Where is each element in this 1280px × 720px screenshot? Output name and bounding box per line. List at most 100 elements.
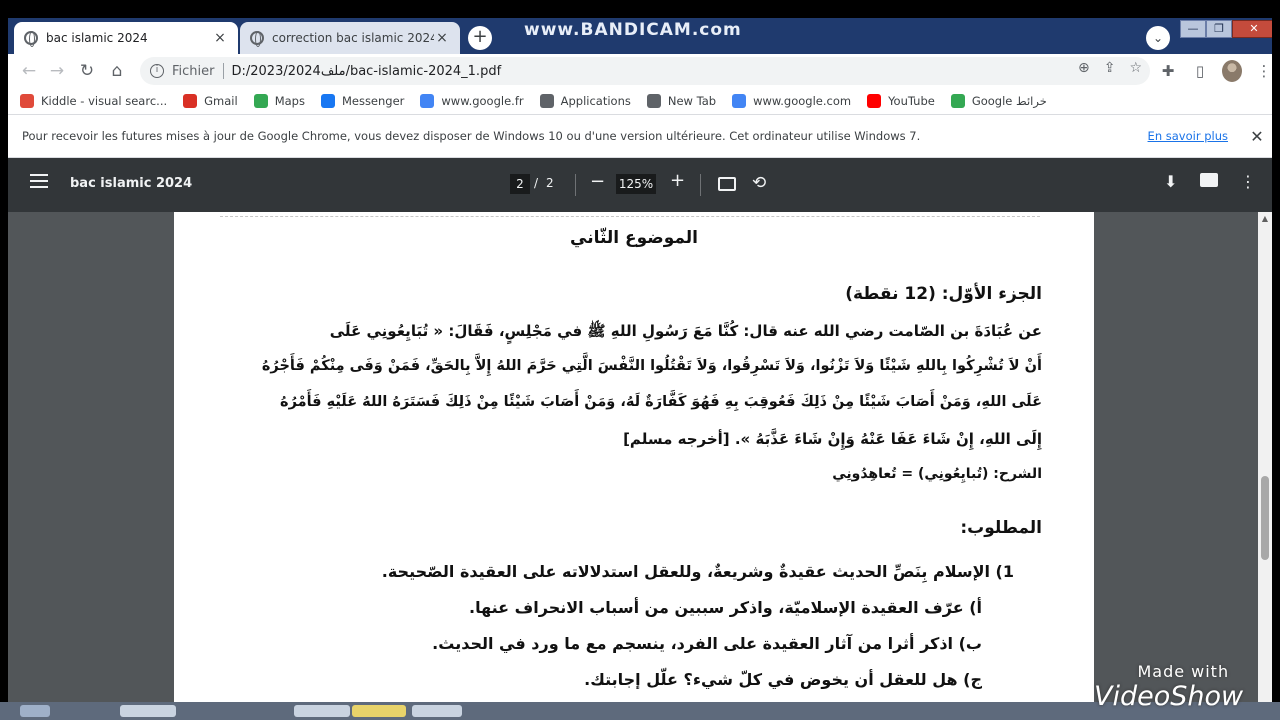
toolbar-actions: ✚ ▯ ⋮ — [1158, 60, 1272, 82]
minimize-button[interactable]: — — [1180, 20, 1206, 38]
close-tab-icon[interactable]: × — [212, 30, 228, 46]
fit-to-page-icon[interactable] — [718, 177, 736, 191]
taskbar-item[interactable] — [294, 705, 350, 717]
part-title: الجزء الأوّل: (12 نقطة) — [845, 284, 1042, 304]
globe-icon — [646, 94, 661, 108]
info-icon[interactable]: i — [150, 64, 164, 78]
toolbar-divider — [700, 174, 701, 196]
toolbar-divider — [575, 174, 576, 196]
scroll-up-icon[interactable]: ▲ — [1258, 214, 1272, 223]
bookmark-label: www.google.com — [753, 94, 852, 108]
address-scheme: Fichier — [172, 63, 215, 79]
browser-toolbar: ← → ↻ ⌂ i Fichier D:/2023/2024ملف/bac-is… — [8, 54, 1272, 88]
address-separator — [222, 63, 224, 79]
tab-bac-islamic[interactable]: bac islamic 2024 × — [14, 22, 238, 54]
document-heading: الموضوع الثّاني — [570, 228, 698, 248]
learn-more-link[interactable]: En savoir plus — [1148, 129, 1228, 143]
question-1b: ب) اذكر أثرا من آثار العقيدة على الفرد، … — [432, 634, 982, 653]
bookmark-label: www.google.fr — [441, 94, 524, 108]
tab-title: correction bac islamic 2024 — [272, 31, 434, 45]
maximize-button[interactable]: ❐ — [1206, 20, 1232, 38]
rotate-icon[interactable]: ⟲ — [752, 173, 766, 193]
tab-correction[interactable]: correction bac islamic 2024 × — [240, 22, 460, 54]
chrome-menu-icon[interactable]: ⋮ — [1254, 62, 1272, 80]
watermark-brand: VideoShow — [1094, 681, 1244, 712]
taskbar-strip — [0, 702, 1280, 720]
taskbar-item[interactable] — [352, 705, 406, 717]
hadith-line: عَلَى اللهِ، وَمَنْ أَصَابَ شَيْئًا مِنْ… — [280, 394, 1042, 410]
bookmark-item[interactable]: Messenger — [320, 94, 404, 108]
taskbar-item[interactable] — [120, 705, 176, 717]
address-actions: ⊕ ⇪ ☆ — [1078, 60, 1142, 76]
page-number-input[interactable]: 2 — [510, 174, 530, 194]
page-divider — [220, 216, 1040, 217]
kiddle-icon — [20, 94, 34, 108]
menu-icon[interactable] — [30, 174, 48, 188]
zoom-icon[interactable]: ⊕ — [1078, 60, 1090, 76]
watermark-made-with: Made with — [1137, 662, 1230, 681]
maps-pin-icon — [950, 94, 965, 108]
hadith-line: أَنْ لاَ تُشْرِكُوا بِاللهِ شَيْئًا وَلا… — [261, 358, 1042, 374]
address-bar[interactable]: i Fichier D:/2023/2024ملف/bac-islamic-20… — [140, 57, 1150, 85]
new-tab-button[interactable]: + — [468, 26, 492, 50]
vertical-scrollbar[interactable]: ▲ — [1258, 212, 1272, 720]
extensions-icon[interactable]: ✚ — [1158, 62, 1178, 80]
profile-avatar[interactable] — [1222, 60, 1242, 82]
bookmark-item[interactable]: Maps — [253, 94, 305, 108]
bookmark-item[interactable]: Gmail — [183, 94, 238, 108]
close-tab-icon[interactable]: × — [434, 30, 450, 46]
bookmark-star-icon[interactable]: ☆ — [1129, 60, 1142, 76]
zoom-in-icon[interactable]: + — [670, 170, 685, 191]
close-window-button[interactable]: ✕ — [1232, 20, 1272, 38]
reload-icon[interactable]: ↻ — [76, 60, 98, 82]
home-icon[interactable]: ⌂ — [106, 60, 128, 82]
close-icon[interactable]: ✕ — [1242, 127, 1272, 146]
scroll-thumb[interactable] — [1261, 476, 1269, 560]
tab-search-button[interactable]: ⌄ — [1146, 26, 1170, 50]
share-icon[interactable]: ⇪ — [1104, 60, 1116, 76]
more-options-icon[interactable]: ⋮ — [1240, 172, 1256, 191]
gmail-icon — [183, 94, 198, 108]
bookmark-item[interactable]: New Tab — [646, 94, 716, 108]
apps-grid-icon — [539, 94, 554, 108]
globe-icon — [250, 31, 264, 47]
zoom-level-input[interactable]: 125% — [616, 174, 656, 194]
infobar-message: Pour recevoir les futures mises à jour d… — [22, 129, 921, 143]
pdf-toolbar: bac islamic 2024 2 / 2 − 125% + ⟲ ⬇ ⋮ — [8, 158, 1272, 212]
google-icon — [420, 94, 435, 108]
hadith-line: إِلَى اللهِ، إِنْ شَاءَ عَفَا عَنْهُ وَإ… — [623, 430, 1042, 448]
bookmark-label: YouTube — [888, 94, 935, 108]
bookmark-item[interactable]: Applications — [539, 94, 631, 108]
required-title: المطلوب: — [960, 518, 1042, 538]
bookmark-item[interactable]: www.google.com — [732, 94, 851, 108]
bookmark-item[interactable]: YouTube — [867, 94, 935, 108]
bookmark-label: Google خرائط — [971, 94, 1047, 108]
window-controls: — ❐ ✕ — [1180, 20, 1272, 40]
maps-pin-icon — [253, 94, 268, 108]
videoshow-watermark: Made with VideoShow — [1094, 662, 1243, 712]
bookmark-label: Maps — [274, 94, 305, 108]
question-1a: أ) عرّف العقيدة الإسلاميّة، واذكر سببين … — [469, 598, 982, 617]
google-icon — [732, 94, 747, 108]
facebook-icon — [320, 94, 335, 108]
back-arrow-icon[interactable]: ← — [18, 60, 40, 82]
address-url[interactable]: D:/2023/2024ملف/bac-islamic-2024_1.pdf — [232, 64, 502, 79]
taskbar-item[interactable] — [20, 705, 50, 717]
pdf-page: الموضوع الثّاني الجزء الأوّل: (12 نقطة) … — [174, 212, 1094, 720]
taskbar-item[interactable] — [412, 705, 462, 717]
bookmark-item[interactable]: www.google.fr — [420, 94, 524, 108]
bookmark-item[interactable]: Kiddle - visual searc... — [20, 94, 167, 108]
bookmark-item[interactable]: Google خرائط — [950, 94, 1047, 108]
explanation: الشرح: (تُبايِعُونِي) = تُعاهِدُونِي — [832, 466, 1042, 482]
bookmark-label: Kiddle - visual searc... — [41, 94, 168, 108]
pdf-viewer[interactable]: الموضوع الثّاني الجزء الأوّل: (12 نقطة) … — [8, 212, 1272, 720]
bandicam-watermark: www.BANDICAM.com — [524, 20, 742, 40]
zoom-out-icon[interactable]: − — [590, 171, 605, 192]
print-icon[interactable] — [1200, 173, 1218, 187]
forward-arrow-icon[interactable]: → — [46, 60, 68, 82]
page-separator: / — [534, 176, 539, 190]
browser-window: bac islamic 2024 × correction bac islami… — [8, 18, 1272, 720]
download-icon[interactable]: ⬇ — [1164, 172, 1177, 191]
globe-icon — [24, 31, 38, 47]
side-panel-icon[interactable]: ▯ — [1190, 62, 1210, 80]
